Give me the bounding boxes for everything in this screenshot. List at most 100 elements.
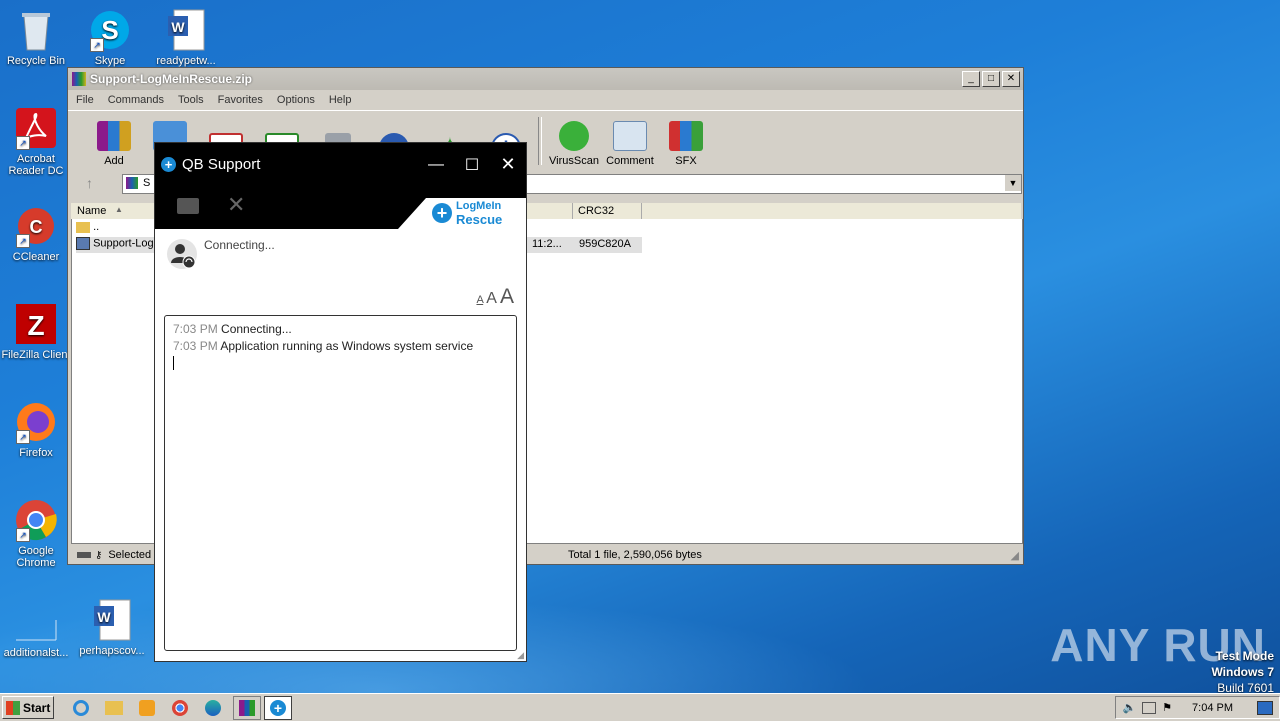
menu-favorites[interactable]: Favorites: [218, 94, 263, 106]
table-row[interactable]: ..: [76, 221, 99, 237]
qb-title: QB Support: [182, 156, 261, 173]
desktop-icon-firefox[interactable]: ↗ Firefox: [0, 400, 72, 459]
clock[interactable]: 7:04 PM: [1192, 702, 1233, 714]
comment-icon: [613, 121, 647, 151]
taskbar-edge[interactable]: [200, 697, 226, 719]
column-divider: [572, 203, 573, 219]
toolbar-label: Add: [104, 155, 124, 167]
minimize-button[interactable]: _: [962, 71, 980, 87]
column-name[interactable]: Name: [77, 205, 106, 217]
row-name: Support-Log: [93, 237, 154, 250]
winrar-titlebar[interactable]: Support-LogMeInRescue.zip _ □ ✕: [68, 68, 1023, 90]
chat-log[interactable]: 7:03 PM Connecting... 7:03 PM Applicatio…: [164, 315, 517, 651]
test-mode-line: Test Mode: [1215, 649, 1274, 663]
desktop-icon-label: Firefox: [19, 447, 53, 459]
toolbar-label: SFX: [675, 155, 697, 167]
qb-toolbar: ✕ + LogMeIn Rescue: [155, 186, 526, 229]
desktop-icon-chrome[interactable]: ↗ Google Chrome: [0, 498, 72, 569]
taskbar-chrome[interactable]: [167, 697, 193, 719]
system-tray: 🔈 ⚑ 7:04 PM: [1115, 696, 1280, 719]
menu-help[interactable]: Help: [329, 94, 352, 106]
taskbar-media-player[interactable]: [134, 697, 160, 719]
desktop-icon-skype[interactable]: S ↗ Skype: [74, 8, 146, 67]
status-selected: Selected: [108, 549, 152, 561]
brand-area: + LogMeIn Rescue: [398, 198, 526, 229]
desktop-icon-recycle-bin[interactable]: Recycle Bin: [0, 8, 72, 67]
font-medium-button[interactable]: A: [486, 290, 497, 307]
word-document-icon: W: [164, 8, 208, 52]
recycle-bin-icon: [14, 8, 58, 52]
font-small-button[interactable]: A: [476, 294, 483, 306]
maximize-button[interactable]: □: [982, 71, 1000, 87]
taskbar-explorer[interactable]: [101, 697, 127, 719]
menu-tools[interactable]: Tools: [178, 94, 204, 106]
toolbar-virusscan-button[interactable]: VirusScan: [546, 121, 602, 171]
brand-top: LogMeIn: [456, 200, 502, 212]
internet-explorer-icon: [73, 699, 89, 716]
desktop-icon-acrobat[interactable]: ↗ Acrobat Reader DC: [0, 106, 72, 177]
plus-circle-icon: +: [161, 157, 176, 172]
up-arrow-icon[interactable]: ↑: [86, 175, 93, 191]
toolbar-add-button[interactable]: Add: [86, 121, 142, 171]
windows-logo-icon: [6, 700, 20, 715]
column-divider: [641, 203, 642, 219]
connection-status: Connecting...: [204, 238, 275, 252]
logmein-rescue-logo-icon: +: [432, 203, 452, 223]
show-desktop-icon[interactable]: [1257, 700, 1273, 715]
close-button[interactable]: ✕: [1002, 71, 1020, 87]
winrar-menubar: File Commands Tools Favorites Options He…: [68, 90, 1023, 110]
svg-text:W: W: [97, 609, 111, 625]
resize-grip-icon[interactable]: ◢: [1011, 549, 1019, 562]
toolbar-comment-button[interactable]: Comment: [602, 121, 658, 171]
volume-icon[interactable]: 🔈: [1122, 701, 1136, 714]
menu-options[interactable]: Options: [277, 94, 315, 106]
taskbar-ie[interactable]: [68, 697, 94, 719]
toolbar-label: Comment: [606, 155, 654, 167]
dropdown-arrow-icon[interactable]: ▼: [1005, 175, 1021, 191]
desktop-icon-label: readypetw...: [156, 55, 216, 67]
archive-icon: [126, 177, 138, 189]
firefox-icon: ↗: [14, 400, 58, 444]
toolbar-separator: [538, 117, 542, 165]
file-icon: [76, 237, 90, 250]
desktop-icon-additionalst[interactable]: additionalst...: [0, 600, 72, 659]
minimize-button[interactable]: —: [418, 156, 454, 174]
close-button[interactable]: ✕: [490, 154, 526, 175]
maximize-button[interactable]: ☐: [454, 155, 490, 175]
key-icon: ⚷: [95, 549, 103, 561]
winrar-icon: [239, 699, 255, 716]
log-text: Application running as Windows system se…: [220, 339, 474, 353]
chrome-icon: ↗: [14, 498, 58, 542]
network-icon[interactable]: [1142, 701, 1157, 714]
font-large-button[interactable]: A: [500, 285, 514, 308]
qb-support-window: + QB Support — ☐ ✕ ✕ + LogMeIn Rescue Co…: [154, 142, 527, 662]
desktop-icon-label: Acrobat Reader DC: [8, 153, 64, 177]
desktop-icon-ccleaner[interactable]: C ↗ CCleaner: [0, 204, 72, 263]
brand-bottom: Rescue: [456, 212, 503, 227]
os-name: Windows 7: [1211, 665, 1274, 679]
end-session-icon[interactable]: ✕: [227, 192, 245, 218]
virus-scan-icon: [559, 121, 589, 151]
column-crc[interactable]: CRC32: [578, 205, 614, 217]
qb-titlebar[interactable]: + QB Support — ☐ ✕: [155, 143, 526, 186]
log-entry: 7:03 PM Application running as Windows s…: [173, 339, 508, 353]
start-button[interactable]: Start: [2, 696, 54, 719]
menu-commands[interactable]: Commands: [108, 94, 164, 106]
taskbar-qb-support[interactable]: +: [264, 695, 292, 720]
resize-grip-icon[interactable]: ◢: [517, 650, 524, 661]
status-total: Total 1 file, 2,590,056 bytes: [568, 549, 702, 561]
test-mode-notice: Test Mode Windows 7 Build 7601: [1211, 648, 1274, 696]
svg-text:W: W: [171, 19, 185, 35]
toolbar-sfx-button[interactable]: SFX: [658, 121, 714, 171]
file-transfer-icon[interactable]: [177, 198, 199, 214]
menu-file[interactable]: File: [76, 94, 94, 106]
desktop-icon-readypetw[interactable]: W readypetw...: [150, 8, 222, 67]
taskbar-winrar[interactable]: [233, 695, 261, 720]
desktop-icon-filezilla[interactable]: Z FileZilla Client: [0, 302, 72, 361]
address-text: S: [143, 177, 151, 189]
drive-icon: [77, 552, 91, 558]
desktop-icon-label: Skype: [94, 55, 126, 67]
action-center-flag-icon[interactable]: ⚑: [1162, 701, 1172, 714]
desktop-icon-perhapscov[interactable]: W perhapscov...: [76, 598, 148, 657]
log-time: 7:03 PM: [173, 322, 218, 336]
